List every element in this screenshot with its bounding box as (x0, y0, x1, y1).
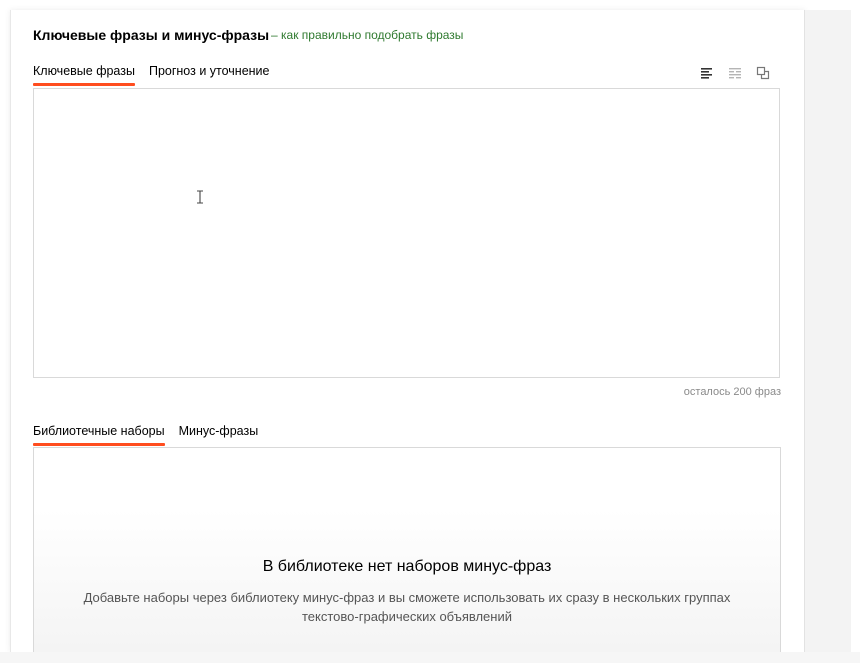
align-justify-icon[interactable] (728, 66, 742, 80)
tab-forecast[interactable]: Прогноз и уточнение (149, 64, 270, 86)
tab-library-sets[interactable]: Библиотечные наборы (33, 424, 165, 446)
keywords-textarea[interactable] (33, 88, 780, 378)
minus-phrases-tabs: Библиотечные наборы Минус-фразы (33, 424, 258, 446)
help-link[interactable]: – как правильно подобрать фразы (271, 28, 463, 42)
section-title: Ключевые фразы и минус-фразы (33, 27, 270, 43)
library-sets-panel: В библиотеке нет наборов минус-фраз Доба… (33, 447, 781, 652)
empty-state-description: Добавьте наборы через библиотеку минус-ф… (83, 590, 731, 624)
bottom-edge (0, 652, 860, 663)
editor-toolbar (700, 66, 770, 80)
right-side-panel (804, 10, 851, 652)
copy-icon[interactable] (756, 66, 770, 80)
tab-keywords[interactable]: Ключевые фразы (33, 64, 135, 86)
phrases-remaining-counter: осталось 200 фраз (683, 386, 781, 398)
keywords-tabs: Ключевые фразы Прогноз и уточнение (33, 64, 270, 86)
text-cursor-icon (197, 190, 203, 204)
tab-minus-phrases[interactable]: Минус-фразы (179, 424, 259, 446)
empty-state-title: В библиотеке нет наборов минус-фраз (262, 558, 552, 575)
align-left-icon[interactable] (700, 66, 714, 80)
